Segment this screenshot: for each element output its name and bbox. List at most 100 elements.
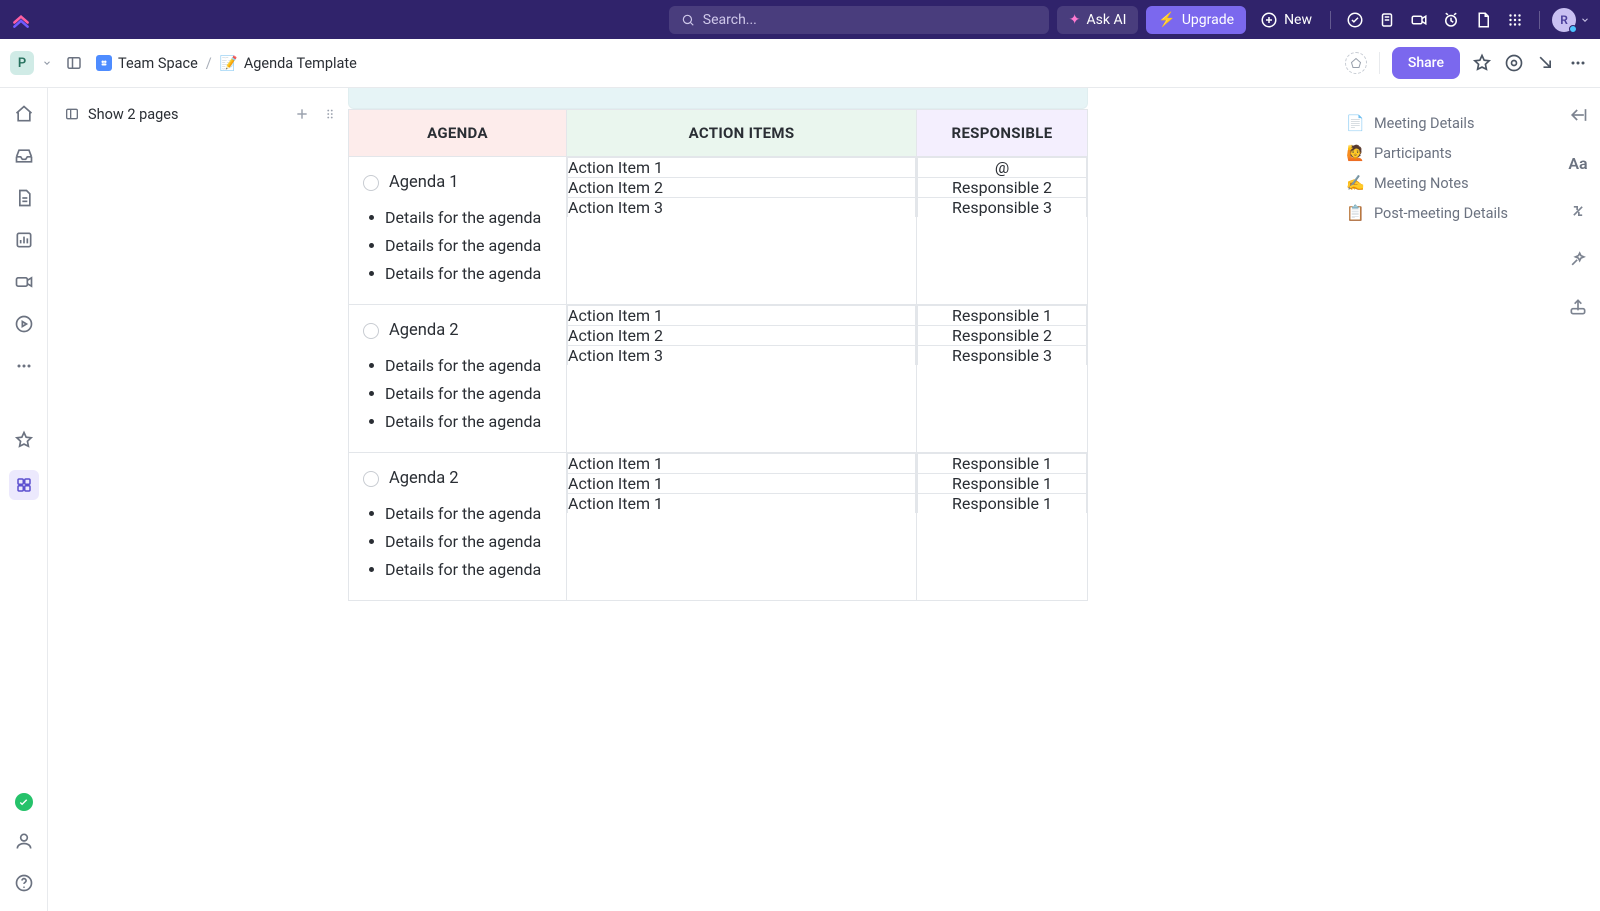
comments-icon[interactable] [1504, 53, 1524, 73]
nav-inbox[interactable] [12, 144, 36, 168]
responsible-cell[interactable]: Responsible 2 [918, 326, 1087, 346]
responsible-cell[interactable]: Responsible 1 [918, 454, 1087, 474]
agenda-title[interactable]: Agenda 2 [389, 469, 459, 488]
export-icon[interactable] [1536, 53, 1556, 73]
collapse-rail-icon[interactable] [1567, 104, 1589, 126]
apps-icon[interactable] [1503, 8, 1527, 32]
agenda-table[interactable]: AGENDA ACTION ITEMS RESPONSIBLE Agenda 1… [348, 109, 1088, 601]
responsible-cell[interactable]: Responsible 3 [918, 198, 1087, 218]
responsible-cell[interactable]: Responsible 1 [918, 306, 1087, 326]
bolt-icon: ⚡ [1158, 12, 1175, 28]
table-row[interactable]: Agenda 2 Details for the agen­da Details f… [349, 305, 1088, 453]
relations-icon[interactable] [1567, 200, 1589, 222]
nav-dashboards[interactable] [12, 228, 36, 252]
agenda-detail[interactable]: Details for the agen­da [367, 382, 552, 406]
notepad-icon[interactable] [1375, 8, 1399, 32]
action-item[interactable]: Action Item 2 [568, 178, 916, 198]
record-icon[interactable] [1407, 8, 1431, 32]
more-icon[interactable] [1568, 53, 1588, 73]
workspace-initial: P [18, 56, 26, 71]
upgrade-button[interactable]: ⚡ Upgrade [1146, 6, 1246, 34]
star-icon[interactable] [1472, 53, 1492, 73]
action-item[interactable]: Action Item 1 [568, 158, 916, 178]
breadcrumb-space[interactable]: Team Space [96, 55, 198, 72]
agenda-radio[interactable] [363, 175, 379, 191]
action-item[interactable]: Action Item 1 [568, 454, 916, 474]
table-row[interactable]: Agenda 2 Details for the agen­da Details f… [349, 453, 1088, 601]
share-rail-icon[interactable] [1567, 296, 1589, 318]
docs-icon[interactable] [1471, 8, 1495, 32]
outline-emoji-icon: ✍️ [1346, 174, 1364, 192]
action-item[interactable]: Action Item 3 [568, 346, 916, 366]
chevron-down-icon[interactable] [42, 58, 52, 68]
responsible-cell[interactable]: @ [918, 158, 1087, 178]
separator [1539, 11, 1540, 29]
typography-icon[interactable]: Aa [1567, 152, 1589, 174]
app-logo[interactable] [10, 9, 32, 31]
outline-item[interactable]: 📄Meeting Details [1346, 108, 1556, 138]
sync-status[interactable] [15, 793, 33, 811]
action-item[interactable]: Action Item 3 [568, 198, 916, 218]
breadcrumb: Team Space / 📝 Agenda Template [96, 55, 357, 72]
sidebar-toggle[interactable] [60, 49, 88, 77]
add-page-button[interactable] [292, 104, 312, 124]
tasks-icon[interactable] [1343, 8, 1367, 32]
agenda-title[interactable]: Agenda 1 [389, 173, 459, 192]
ask-ai-label: Ask AI [1087, 12, 1127, 28]
agenda-radio[interactable] [363, 471, 379, 487]
agenda-detail[interactable]: Details for the agen­da [367, 354, 552, 378]
space-icon [96, 55, 112, 71]
breadcrumb-sep: / [206, 55, 212, 72]
separator [1330, 11, 1331, 29]
nav-more[interactable] [12, 354, 36, 378]
outline-item[interactable]: ✍️Meeting Notes [1346, 168, 1556, 198]
nav-iconbar [0, 88, 48, 911]
ai-tools-icon[interactable] [1567, 248, 1589, 270]
agenda-detail[interactable]: Details for the agen­da [367, 558, 552, 582]
user-avatar[interactable]: R [1552, 8, 1576, 32]
agenda-detail[interactable]: Details for the agen­da [367, 234, 552, 258]
outline-item[interactable]: 📋Post-meeting Details [1346, 198, 1556, 228]
chevron-down-icon[interactable] [1580, 15, 1590, 25]
agenda-detail[interactable]: Details for the agen­da [367, 206, 552, 230]
nav-home[interactable] [12, 102, 36, 126]
responsible-cell[interactable]: Responsible 3 [918, 346, 1087, 366]
new-button[interactable]: New [1254, 11, 1318, 29]
agenda-detail[interactable]: Details for the agen­da [367, 262, 552, 286]
action-item[interactable]: Action Item 2 [568, 326, 916, 346]
col-header-responsible[interactable]: RESPONSIBLE [917, 110, 1088, 157]
action-item[interactable]: Action Item 1 [568, 474, 916, 494]
add-tag-button[interactable] [1345, 52, 1367, 74]
pages-drag-handle[interactable] [320, 104, 340, 124]
agenda-radio[interactable] [363, 323, 379, 339]
responsible-cell[interactable]: Responsible 1 [918, 494, 1087, 514]
agenda-detail[interactable]: Details for the agen­da [367, 530, 552, 554]
search-input[interactable]: Search... [669, 6, 1049, 34]
agenda-detail[interactable]: Details for the agen­da [367, 410, 552, 434]
reminder-icon[interactable] [1439, 8, 1463, 32]
workspace-chip[interactable]: P [10, 51, 34, 75]
action-item[interactable]: Action Item 1 [568, 306, 916, 326]
col-header-action-items[interactable]: ACTION ITEMS [567, 110, 917, 157]
agenda-title[interactable]: Agenda 2 [389, 321, 459, 340]
nav-clips[interactable] [12, 270, 36, 294]
responsible-cell[interactable]: Responsible 2 [918, 178, 1087, 198]
breadcrumb-doc[interactable]: 📝 Agenda Template [220, 55, 357, 72]
agenda-detail[interactable]: Details for the agen­da [367, 502, 552, 526]
col-header-agenda[interactable]: AGENDA [349, 110, 567, 157]
nav-help[interactable] [12, 871, 36, 895]
nav-favorites[interactable] [12, 428, 36, 452]
responsible-cell[interactable]: Responsible 1 [918, 474, 1087, 494]
presence-dot [1569, 25, 1577, 33]
outline-item[interactable]: 🙋Participants [1346, 138, 1556, 168]
nav-timesheets[interactable] [12, 312, 36, 336]
nav-invite[interactable] [12, 829, 36, 853]
share-button[interactable]: Share [1392, 47, 1460, 79]
table-row[interactable]: Agenda 1 Details for the agen­da Details f… [349, 157, 1088, 305]
nav-docs[interactable] [12, 186, 36, 210]
action-item[interactable]: Action Item 1 [568, 494, 916, 514]
callout-banner[interactable] [348, 88, 1088, 109]
pages-header[interactable]: Show 2 pages [64, 104, 340, 124]
ask-ai-button[interactable]: ✦ Ask AI [1057, 6, 1139, 34]
nav-spaces[interactable] [9, 470, 39, 500]
